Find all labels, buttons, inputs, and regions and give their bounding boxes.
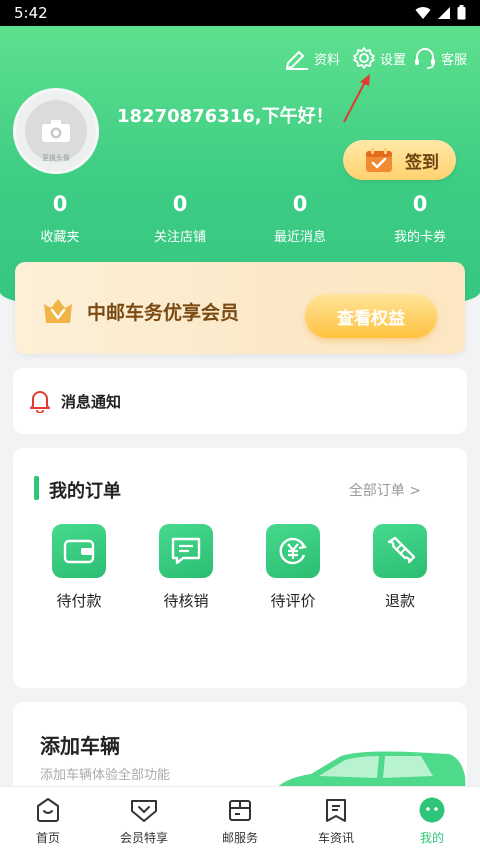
crown-badge-icon — [44, 299, 72, 323]
news-icon — [326, 799, 346, 822]
bell-icon — [30, 391, 50, 413]
wallet-icon — [52, 524, 106, 578]
home-icon — [37, 798, 59, 822]
stat-label: 我的卡券 — [393, 230, 446, 245]
tab-car-news[interactable]: 车资讯 — [288, 787, 384, 854]
add-vehicle-subtitle: 添加车辆体验全部功能 — [40, 768, 171, 783]
ticket-icon — [373, 524, 427, 578]
tab-postal-service[interactable]: 邮服务 — [192, 787, 288, 854]
settings-button[interactable]: 设置 — [352, 46, 406, 70]
signin-label: 签到 — [405, 152, 439, 173]
stat-followed-shops[interactable]: 0 关注店铺 — [120, 190, 240, 245]
view-benefits-button[interactable]: 查看权益 — [305, 294, 437, 338]
stats-row: 0 收藏夹 0 关注店铺 0 最近消息 0 我的卡券 — [0, 190, 480, 245]
order-item-label: 待付款 — [56, 592, 102, 610]
tab-member[interactable]: 会员特享 — [96, 787, 192, 854]
settings-label: 设置 — [380, 52, 407, 68]
avatar-hint: 更换头像 — [42, 154, 70, 162]
stat-coupons[interactable]: 0 我的卡券 — [360, 190, 480, 245]
all-orders-link[interactable]: 全部订单 > — [349, 480, 421, 500]
add-vehicle-title: 添加车辆 — [40, 734, 120, 758]
order-refund[interactable]: 退款 — [370, 524, 430, 611]
stat-value: 0 — [172, 192, 188, 216]
order-pending-payment[interactable]: 待付款 — [49, 524, 109, 611]
vip-title: 中邮车务优享会员 — [87, 302, 240, 324]
tab-label: 邮服务 — [221, 831, 258, 845]
message-notice-card[interactable]: 消息通知 — [13, 368, 467, 434]
vip-banner[interactable]: 中邮车务优享会员 查看权益 — [15, 262, 465, 354]
my-orders-card: 我的订单 全部订单 > 待付款 待核销 待评价 退款 — [13, 448, 467, 688]
battery-icon — [457, 5, 466, 20]
profile-icon — [419, 797, 445, 823]
stat-label: 关注店铺 — [153, 230, 206, 245]
headset-icon — [415, 48, 435, 69]
signal-icon — [438, 6, 450, 19]
stat-value: 0 — [52, 192, 68, 216]
stat-value: 0 — [292, 192, 308, 216]
tab-label: 会员特享 — [119, 831, 168, 845]
stat-label: 收藏夹 — [40, 230, 80, 245]
section-accent-bar — [34, 476, 39, 500]
yuan-refresh-icon — [266, 524, 320, 578]
tab-home[interactable]: 首页 — [0, 787, 96, 854]
calendar-check-icon — [366, 148, 392, 172]
order-pending-verification[interactable]: 待核销 — [156, 524, 216, 611]
orders-title: 我的订单 — [49, 481, 121, 502]
camera-icon — [42, 120, 70, 142]
stat-value: 0 — [412, 192, 428, 216]
annotation-arrow-icon — [343, 74, 370, 123]
message-notice-label: 消息通知 — [61, 392, 122, 411]
tab-label: 车资讯 — [317, 831, 354, 845]
order-item-label: 待评价 — [270, 592, 316, 610]
wifi-icon — [415, 6, 431, 19]
customer-service-label: 客服 — [441, 52, 468, 68]
profile-edit-label: 资料 — [314, 52, 341, 68]
greeting-text: 18270876316,下午好！ — [117, 106, 334, 127]
stat-favorites[interactable]: 0 收藏夹 — [0, 190, 120, 245]
tab-mine[interactable]: 我的 — [384, 787, 480, 854]
bottom-tab-bar: 首页 会员特享 邮服务 车资讯 我的 — [0, 786, 480, 854]
member-icon — [131, 800, 157, 822]
profile-edit-button[interactable]: 资料 — [284, 46, 340, 70]
order-item-label: 退款 — [384, 592, 415, 610]
pencil-icon — [286, 51, 308, 70]
order-pending-review[interactable]: 待评价 — [263, 524, 323, 611]
status-icons — [415, 5, 466, 20]
signin-button[interactable]: 签到 — [343, 140, 456, 180]
box-icon — [229, 800, 251, 821]
status-bar: 5:42 — [0, 0, 480, 26]
stat-label: 最近消息 — [273, 230, 326, 245]
order-item-label: 待核销 — [163, 592, 209, 610]
gear-icon — [353, 47, 375, 69]
customer-service-button[interactable]: 客服 — [413, 46, 467, 70]
message-box-icon — [159, 524, 213, 578]
stat-recent-messages[interactable]: 0 最近消息 — [240, 190, 360, 245]
status-time: 5:42 — [14, 4, 48, 22]
tab-label: 首页 — [35, 831, 60, 845]
avatar[interactable]: 更换头像 — [13, 88, 99, 174]
tab-label: 我的 — [419, 831, 444, 845]
